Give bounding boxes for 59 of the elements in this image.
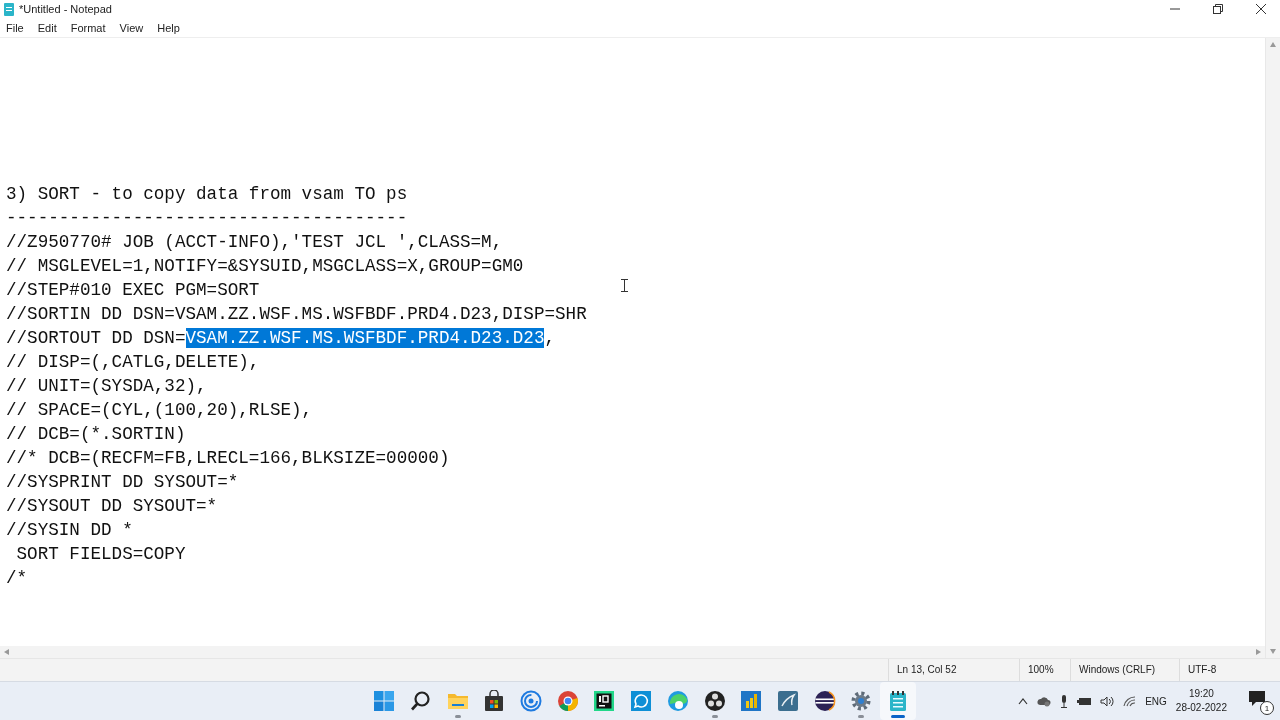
chevron-up-icon [1018, 697, 1029, 705]
code-text: /* [6, 568, 28, 588]
microphone-icon [1060, 694, 1069, 708]
code-text: // UNIT=(SYSDA,32), [6, 376, 207, 396]
dolphin-icon[interactable] [776, 690, 799, 712]
scroll-left-icon [4, 649, 9, 655]
running-indicator [711, 715, 718, 718]
windows-logo-icon[interactable] [373, 690, 396, 712]
browser-icon[interactable] [556, 690, 579, 712]
selected-text: VSAM.ZZ.WSF.MS.WSFBDF.PRD4.D23.D23 [185, 328, 545, 348]
scroll-up-icon [1270, 42, 1276, 47]
code-text: // SPACE=(CYL,(100,20),RLSE), [6, 400, 313, 420]
chat-icon[interactable] [630, 690, 653, 712]
ide-icon[interactable] [593, 690, 616, 712]
cloud-icon [1037, 695, 1052, 707]
code-text: //* DCB=(RECFM=FB,LRECL=166,BLKSIZE=00000) [6, 448, 450, 468]
spiral-icon[interactable] [520, 690, 543, 712]
running-indicator [454, 715, 461, 718]
code-text: // DCB=(*.SORTIN) [6, 424, 186, 444]
battery-icon [1077, 696, 1092, 706]
text-cursor-icon [621, 279, 628, 292]
code-text: -------------------------------------- [6, 208, 408, 228]
speaker-icon [1100, 695, 1115, 707]
eclipse-icon[interactable] [813, 690, 836, 712]
code-text: SORT FIELDS=COPY [15, 544, 186, 564]
menu-item[interactable]: Edit [37, 21, 57, 34]
code-text: //STEP#010 EXEC PGM=SORT [6, 280, 260, 300]
code-text: // MSGLEVEL=1,NOTIFY=&SYSUID,MSGCLASS=X,GROUP=GM0 [6, 256, 524, 276]
notification-badge: 1 [1260, 701, 1274, 715]
code-text: //SYSPRINT DD SYSOUT=* [6, 472, 239, 492]
clock-date[interactable]: 28-02-2022 [1175, 701, 1227, 715]
notification-icon [1248, 690, 1266, 708]
menu-item[interactable]: View [119, 21, 144, 34]
code-text: //SORTIN DD DSN=VSAM.ZZ.WSF.MS.WSFBDF.PRD4.D23,DISP=SHR [6, 304, 587, 324]
browser-icon[interactable] [666, 690, 689, 712]
menu-item[interactable]: Help [157, 21, 180, 34]
clock-time[interactable]: 19:20 [1188, 687, 1214, 701]
wifi-icon [1123, 695, 1137, 707]
camera-recorder-icon[interactable] [703, 690, 726, 712]
code-text: 3) SORT - to copy data from vsam TO ps [6, 184, 408, 204]
language-indicator[interactable]: ENG [1145, 695, 1167, 707]
code-text: //Z950770# JOB (ACCT-INFO),'TEST JCL ',CLASS=M, [6, 232, 503, 252]
shopping-bag-icon[interactable] [483, 690, 506, 712]
scroll-right-icon [1256, 649, 1261, 655]
running-indicator [890, 715, 905, 718]
scroll-down-icon [1270, 649, 1276, 654]
code-text: //SORTOUT DD DSN= [6, 328, 186, 348]
restore-icon [1212, 4, 1223, 14]
close-icon [1255, 4, 1266, 14]
settings-icon[interactable] [850, 690, 873, 712]
menu-item[interactable]: Format [70, 21, 106, 34]
code-text: // DISP=(,CATLG,DELETE), [6, 352, 260, 372]
running-indicator [858, 715, 865, 718]
code-text: , [544, 328, 556, 348]
window-title: *Untitled - Notepad [19, 3, 113, 15]
bar-chart-icon[interactable] [740, 690, 763, 712]
code-text: //SYSIN DD * [6, 520, 133, 540]
code-text: //SYSOUT DD SYSOUT=* [6, 496, 218, 516]
menu-item[interactable]: File [6, 21, 24, 34]
